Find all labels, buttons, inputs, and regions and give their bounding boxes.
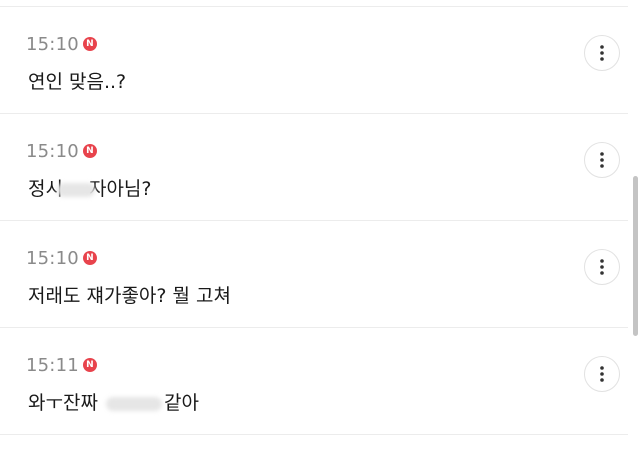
new-badge-icon: N: [82, 37, 97, 51]
comment-text-part: 같아: [163, 392, 199, 414]
comment-meta: 15:11 N: [26, 352, 97, 378]
scrollbar[interactable]: [633, 176, 638, 336]
more-options-button[interactable]: [584, 142, 620, 178]
comment-item: 15:11 N 와ㅜ잔짜 같아: [0, 328, 628, 434]
more-vertical-icon: [600, 366, 604, 382]
comment-text-part: 자아님?: [88, 178, 152, 200]
more-options-button[interactable]: [584, 35, 620, 71]
redacted-blur: [56, 182, 95, 197]
comment-item: 15:10 N 연인 맞음..?: [0, 7, 628, 113]
comment-meta: 15:10 N: [26, 138, 97, 164]
comment-meta: 15:10 N: [26, 31, 97, 57]
comment-meta: 15:10 N: [26, 245, 97, 271]
comment-text: 저래도 쟤가좋아? 뭘 고쳐: [28, 285, 232, 307]
comment-list: 15:10 N 연인 맞음..? 15:10 N 정시 자아님? 15:10 N…: [0, 0, 640, 450]
more-options-button[interactable]: [584, 356, 620, 392]
comment-item: 15:10 N 저래도 쟤가좋아? 뭘 고쳐: [0, 221, 628, 327]
more-options-button[interactable]: [584, 249, 620, 285]
divider: [0, 434, 628, 435]
comment-text: 정시 자아님?: [28, 174, 152, 201]
comment-time: 15:10: [26, 247, 79, 269]
comment-time: 15:10: [26, 33, 79, 55]
new-badge-icon: N: [82, 251, 97, 265]
new-badge-icon: N: [82, 358, 97, 372]
comment-time: 15:11: [26, 354, 79, 376]
comment-time: 15:10: [26, 140, 79, 162]
comment-item: 15:10 N 정시 자아님?: [0, 114, 628, 220]
comment-text: 연인 맞음..?: [28, 71, 127, 93]
comment-text: 와ㅜ잔짜 같아: [28, 388, 199, 415]
more-vertical-icon: [600, 152, 604, 168]
new-badge-icon: N: [82, 144, 97, 158]
more-vertical-icon: [600, 259, 604, 275]
comment-text-part: 와ㅜ잔짜: [28, 392, 104, 414]
redacted-blur: [105, 396, 162, 411]
more-vertical-icon: [600, 45, 604, 61]
